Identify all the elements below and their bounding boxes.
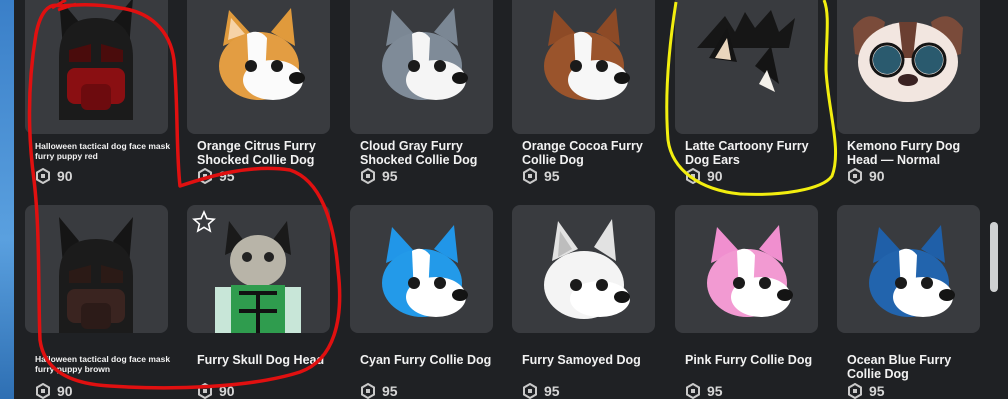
item-thumbnail[interactable] [187,0,330,134]
item-thumbnail[interactable] [512,205,655,333]
item-thumbnail[interactable] [187,205,330,333]
price-value: 90 [869,168,885,184]
item-price: 95 [360,168,398,184]
robux-icon [523,168,537,184]
robux-icon [198,168,212,184]
robux-icon [361,383,375,399]
price-value: 95 [544,383,560,399]
item-price: 90 [197,383,235,399]
robux-icon [686,168,700,184]
item-thumbnail[interactable] [25,205,168,333]
price-value: 90 [57,383,73,399]
price-value: 90 [707,168,723,184]
price-value: 95 [707,383,723,399]
item-thumbnail[interactable] [675,0,818,134]
tactical-dog-mask-brown-icon [59,217,133,333]
item-name[interactable]: Halloween tactical dog face mask furry p… [35,141,171,161]
item-name[interactable]: Halloween tactical dog face mask furry p… [35,354,171,374]
cocoa-collie-dog-head-icon [544,8,630,100]
star-icon [192,210,216,233]
price-value: 95 [544,168,560,184]
robux-icon [36,168,50,184]
tactical-dog-mask-red-icon [59,0,133,120]
item-price: 90 [685,168,723,184]
favorite-star-button[interactable] [191,209,217,235]
item-name[interactable]: Kemono Furry Dog Head — Normal [847,139,983,167]
item-price: 95 [522,383,560,399]
item-name[interactable]: Furry Samoyed Dog [522,353,658,367]
item-name[interactable]: Pink Furry Collie Dog [685,353,821,367]
item-price: 90 [35,383,73,399]
item-price: 90 [35,168,73,184]
item-price: 95 [360,383,398,399]
gray-collie-dog-head-icon [382,8,468,100]
price-value: 90 [57,168,73,184]
item-thumbnail[interactable] [837,205,980,333]
price-value: 95 [219,168,235,184]
item-thumbnail[interactable] [512,0,655,134]
samoyed-dog-head-icon [544,219,630,319]
item-thumbnail[interactable] [837,0,980,134]
vertical-scrollbar[interactable] [990,222,998,292]
robux-icon [361,168,375,184]
robux-icon [686,383,700,399]
item-name[interactable]: Latte Cartoony Furry Dog Ears [685,139,821,167]
robux-icon [848,383,862,399]
robux-icon [198,383,212,399]
item-name[interactable]: Cloud Gray Furry Shocked Collie Dog [360,139,496,167]
robux-icon [523,383,537,399]
catalog-grid: Halloween tactical dog face mask furry p… [0,0,1008,399]
dog-ears-icon [697,10,795,92]
price-value: 95 [382,383,398,399]
robux-icon [36,383,50,399]
item-name[interactable]: Orange Cocoa Furry Collie Dog [522,139,658,167]
item-name[interactable]: Orange Citrus Furry Shocked Collie Dog [197,139,333,167]
kemono-dog-head-icon [853,16,963,102]
robux-icon [848,168,862,184]
price-value: 95 [382,168,398,184]
item-price: 90 [847,168,885,184]
item-name[interactable]: Ocean Blue Furry Collie Dog [847,353,983,381]
item-thumbnail[interactable] [350,205,493,333]
pink-collie-dog-head-icon [707,225,793,317]
item-price: 95 [847,383,885,399]
item-price: 95 [197,168,235,184]
item-thumbnail[interactable] [25,0,168,134]
ocean-blue-collie-dog-head-icon [869,225,955,317]
item-name[interactable]: Cyan Furry Collie Dog [360,353,496,367]
item-thumbnail[interactable] [350,0,493,134]
item-price: 95 [685,383,723,399]
cyan-collie-dog-head-icon [382,225,468,317]
item-name[interactable]: Furry Skull Dog Head [197,353,333,367]
orange-collie-dog-head-icon [219,8,305,100]
price-value: 95 [869,383,885,399]
item-thumbnail[interactable] [675,205,818,333]
price-value: 90 [219,383,235,399]
item-price: 95 [522,168,560,184]
